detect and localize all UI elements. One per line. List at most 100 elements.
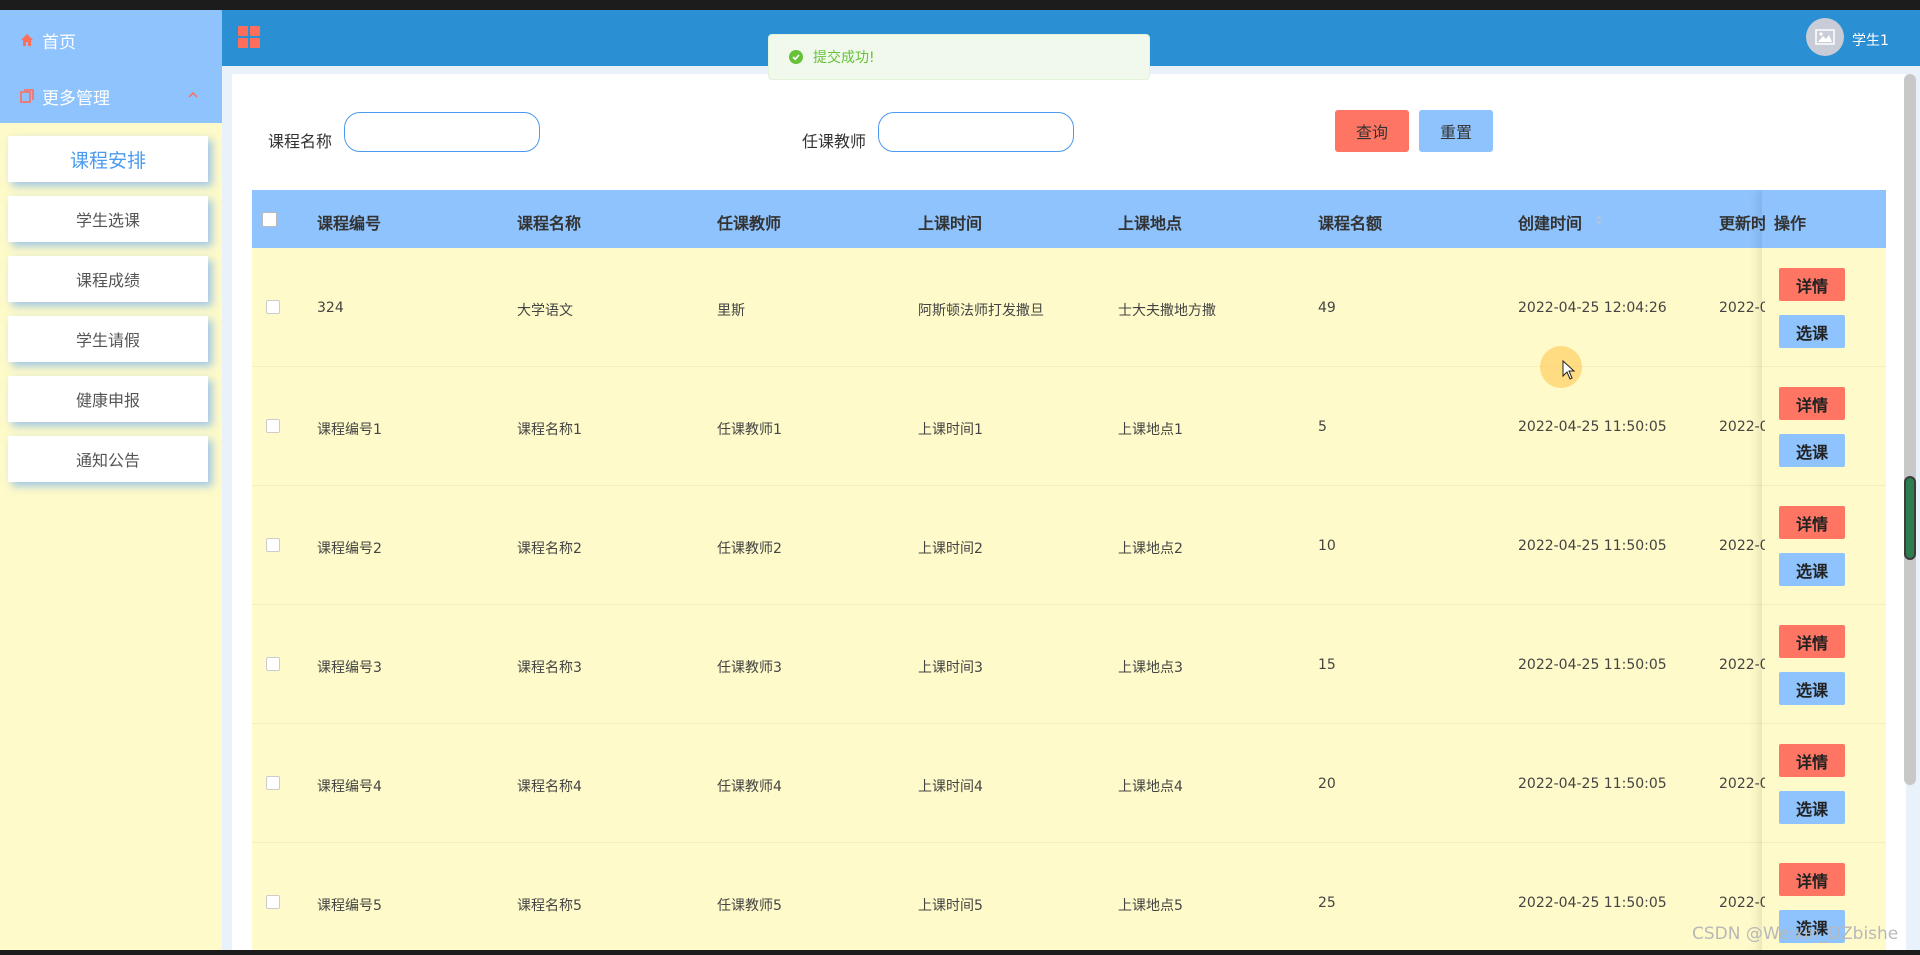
column-header: 课程名称 [517,214,582,233]
avatar[interactable] [1806,18,1844,56]
sidebar-item-student-leave[interactable]: 学生请假 [8,316,208,362]
table-cell: 课程名称1 [517,422,582,438]
table-cell: 上课地点3 [1118,660,1183,676]
home-icon [20,33,34,47]
table-row: 课程编号4 课程名称4 任课教师4 上课时间4 上课地点4 20 2022-04-25 11… [252,724,1886,843]
app: 首页 更多管理 课程安排 学生选课 课程成绩 学生请假 健康申报 通知公告 学生… [0,10,1920,955]
main-panel: 课程名称 任课教师 查询 重置 课程编号 课程名称 任课教师 上课时间 上课地点… [232,74,1906,955]
table-cell: 课程名称4 [517,779,582,795]
table-cell: 上课时间3 [918,660,983,676]
sidebar-menu-top: 首页 更多管理 [0,10,222,123]
column-header-sortable[interactable]: 创建时间 [1518,210,1582,234]
table-row: 课程编号3 课程名称3 任课教师3 上课时间3 上课地点3 15 2022-04-25 11… [252,605,1886,724]
table-row: 课程编号1 课程名称1 任课教师1 上课时间1 上课地点1 5 2022-04-25 11:… [252,367,1886,486]
table-cell: 课程名称3 [517,660,582,676]
query-button[interactable]: 查询 [1335,110,1409,152]
grid-menu-icon[interactable] [238,26,260,48]
table-cell: 任课教师4 [717,779,782,795]
chevron-up-icon [188,91,198,98]
sidebar-item-home[interactable]: 首页 [20,22,76,58]
check-circle-icon [789,50,803,64]
table-cell: 上课地点1 [1118,422,1183,438]
window-top-strip [0,0,1920,10]
sidebar-item-label: 课程安排 [69,149,146,172]
table-cell: 10 [1318,538,1336,554]
table-cell: 15 [1318,657,1336,673]
table-cell: 上课时间2 [918,541,983,557]
course-name-label: 课程名称 [268,132,333,151]
table-row: 324 大学语文 里斯 阿斯顿法师打发撒旦 士大夫撒地方撒 49 2022-04-25 12… [252,248,1886,367]
table-cell: 课程编号3 [317,660,382,676]
column-header: 上课地点 [1118,214,1183,233]
row-checkbox[interactable] [266,895,280,909]
table-row: 课程编号2 课程名称2 任课教师2 上课时间2 上课地点2 10 2022-04-25 11… [252,486,1886,605]
course-name-input[interactable] [344,112,540,152]
table-cell: 25 [1318,895,1336,911]
table-cell: 课程编号5 [317,898,382,914]
table-cell: 2022-04-25 11:50:05 [1518,776,1667,792]
column-header: 上课时间 [918,214,983,233]
table-cell: 2022-04-25 11:50:05 [1518,538,1667,554]
sidebar: 首页 更多管理 课程安排 学生选课 课程成绩 学生请假 健康申报 通知公告 [0,10,222,950]
table-cell: 324 [317,300,344,316]
scrollbar-track[interactable] [1904,74,1916,785]
course-table: 课程编号 课程名称 任课教师 上课时间 上课地点 课程名额 创建时间 更新时 操… [252,190,1886,955]
table-cell: 任课教师5 [717,898,782,914]
sidebar-item-health-report[interactable]: 健康申报 [8,376,208,422]
sidebar-item-course-selection[interactable]: 学生选课 [8,196,208,242]
table-cell: 2022-0 [1719,657,1765,673]
grid-cell [238,26,248,36]
reset-button[interactable]: 重置 [1419,110,1493,152]
table-cell: 里斯 [717,303,745,319]
column-header: 课程编号 [317,214,382,233]
grid-cell [250,38,260,48]
sidebar-item-label: 课程成绩 [75,271,140,290]
operations-column-shadow [1762,190,1886,955]
table-cell: 上课地点2 [1118,541,1183,557]
table-cell: 士大夫撒地方撒 [1118,303,1216,319]
table-cell: 20 [1318,776,1336,792]
sidebar-item-course-grades[interactable]: 课程成绩 [8,256,208,302]
sidebar-item-course-schedule[interactable]: 课程安排 [8,136,208,182]
select-all-checkbox[interactable] [262,212,277,227]
teacher-input[interactable] [878,112,1074,152]
sort-caret-icon[interactable] [1595,214,1603,226]
table-cell: 任课教师3 [717,660,782,676]
image-icon [1815,29,1835,45]
table-cell: 2022-0 [1719,419,1765,435]
table-cell: 任课教师1 [717,422,782,438]
column-header: 任课教师 [717,214,782,233]
table-cell: 2022-04-25 12:04:26 [1518,300,1667,316]
sidebar-home-label: 首页 [42,32,76,53]
table-cell: 49 [1318,300,1336,316]
username[interactable]: 学生1 [1852,30,1889,50]
row-checkbox[interactable] [266,776,280,790]
window-bottom-strip [0,950,1920,955]
table-cell: 5 [1318,419,1327,435]
watermark: CSDN @Weixin_DZbishe [1692,924,1899,944]
table-cell: 大学语文 [517,303,573,319]
table-cell: 上课地点4 [1118,779,1183,795]
row-checkbox[interactable] [266,419,280,433]
row-checkbox[interactable] [266,538,280,552]
table-cell: 2022-0 [1719,895,1765,911]
sidebar-item-label: 学生请假 [75,331,140,350]
success-toast: 提交成功! [768,34,1150,80]
table-cell: 课程编号4 [317,779,382,795]
mouse-pointer-icon [1562,360,1576,380]
row-checkbox[interactable] [266,300,280,314]
sidebar-item-more-management[interactable]: 更多管理 [20,78,110,114]
table-cell: 任课教师2 [717,541,782,557]
sidebar-item-notices[interactable]: 通知公告 [8,436,208,482]
table-cell: 2022-04-25 11:50:05 [1518,419,1667,435]
sidebar-item-label: 健康申报 [75,391,140,410]
table-cell: 课程编号1 [317,422,382,438]
grid-cell [238,38,248,48]
scrollbar-thumb[interactable] [1904,476,1916,560]
row-checkbox[interactable] [266,657,280,671]
grid-cell [250,26,260,36]
table-cell: 上课时间5 [918,898,983,914]
copy-icon [20,89,34,103]
table-cell: 课程名称2 [517,541,582,557]
table-cell: 上课时间1 [918,422,983,438]
